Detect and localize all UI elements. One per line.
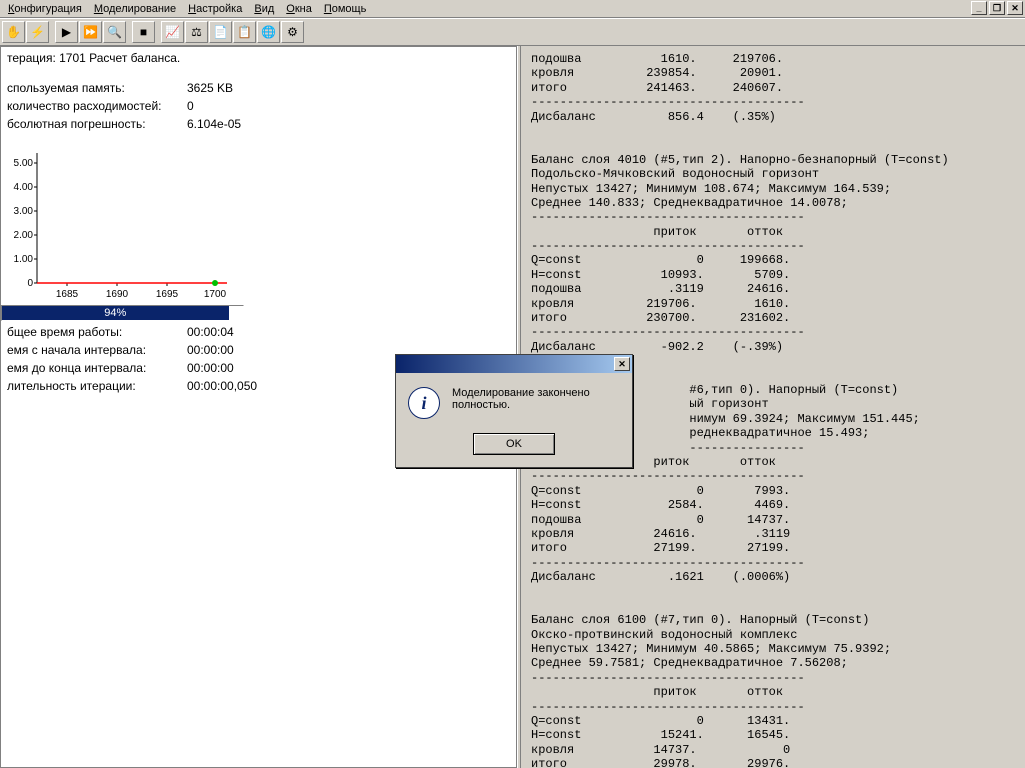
dialog-close-button[interactable]: ✕ xyxy=(614,357,630,371)
svg-text:3.00: 3.00 xyxy=(14,206,34,217)
globe-icon[interactable]: 🌐 xyxy=(257,21,280,43)
svg-text:1.00: 1.00 xyxy=(14,254,34,265)
menu-help[interactable]: Помощь xyxy=(318,2,373,16)
close-button[interactable]: ✕ xyxy=(1007,1,1023,15)
text-icon[interactable]: 📄 xyxy=(209,21,232,43)
menu-configuration[interactable]: Конфигурация xyxy=(2,2,88,16)
lightning-icon[interactable]: ⚡ xyxy=(26,21,49,43)
stop-icon[interactable]: ■ xyxy=(132,21,155,43)
list-icon[interactable]: 📋 xyxy=(233,21,256,43)
svg-text:1690: 1690 xyxy=(106,289,129,300)
info-error: бсолютная погрешность: 6.104e-05 xyxy=(1,115,516,133)
hand-icon[interactable]: ✋ xyxy=(2,21,25,43)
restore-button[interactable]: ❐ xyxy=(989,1,1005,15)
info-divergences: количество расходимостей: 0 xyxy=(1,97,516,115)
svg-text:0: 0 xyxy=(27,278,33,289)
progress-bar: 94% xyxy=(1,305,244,321)
menu-settings[interactable]: Настройка xyxy=(182,2,248,16)
info-memory: спользуемая память: 3625 KB xyxy=(1,79,516,97)
time-total: бщее время работы: 00:00:04 xyxy=(1,323,516,341)
gear-icon[interactable]: ⚙ xyxy=(281,21,304,43)
svg-text:4.00: 4.00 xyxy=(14,182,34,193)
progress-fill: 94% xyxy=(2,306,229,320)
svg-text:1700: 1700 xyxy=(204,289,227,300)
info-dialog: ✕ i Моделирование закончено полностью. O… xyxy=(395,354,633,468)
convergence-chart: 0 1.00 2.00 3.00 4.00 5.00 16 xyxy=(7,143,237,303)
menubar: Конфигурация Моделирование Настройка Вид… xyxy=(0,0,1025,18)
dialog-titlebar[interactable]: ✕ xyxy=(396,355,632,373)
svg-text:5.00: 5.00 xyxy=(14,158,34,169)
info-icon: i xyxy=(408,387,440,419)
scales-icon[interactable]: ⚖ xyxy=(185,21,208,43)
iteration-status: терация: 1701 Расчет баланса. xyxy=(1,47,516,69)
svg-text:2.00: 2.00 xyxy=(14,230,34,241)
dialog-message: Моделирование закончено полностью. xyxy=(452,387,620,411)
menu-view[interactable]: Вид xyxy=(248,2,280,16)
chart-icon[interactable]: 📈 xyxy=(161,21,184,43)
menu-windows[interactable]: Окна xyxy=(280,2,318,16)
ok-button[interactable]: OK xyxy=(473,433,555,455)
play-icon[interactable]: ▶ xyxy=(55,21,78,43)
svg-text:1685: 1685 xyxy=(56,289,79,300)
green-point xyxy=(212,280,218,286)
minimize-button[interactable]: _ xyxy=(971,1,987,15)
toolbar: ✋ ⚡ ▶ ⏩ 🔍 ■ 📈 ⚖ 📄 📋 🌐 ⚙ xyxy=(0,18,1025,46)
menu-modeling[interactable]: Моделирование xyxy=(88,2,182,16)
svg-text:1695: 1695 xyxy=(156,289,179,300)
fast-forward-icon[interactable]: ⏩ xyxy=(79,21,102,43)
zoom-icon[interactable]: 🔍 xyxy=(103,21,126,43)
